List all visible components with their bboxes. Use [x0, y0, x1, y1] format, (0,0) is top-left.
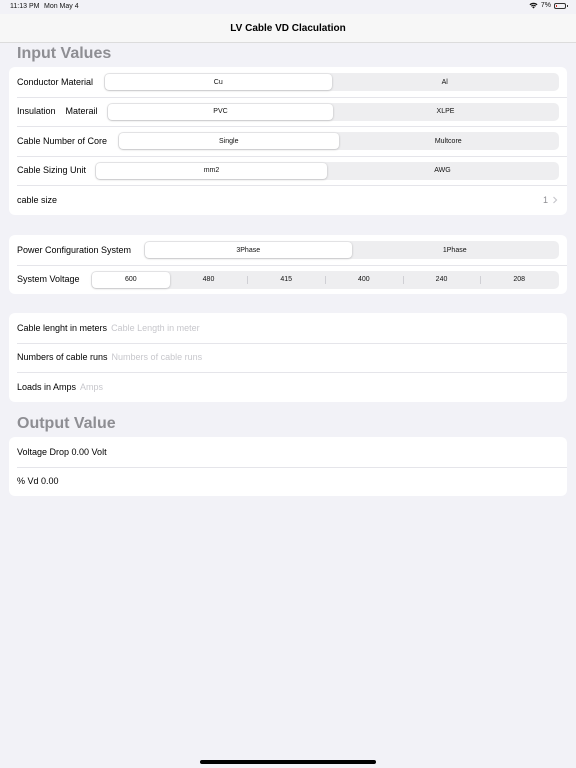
cable-inputs-card: Cable lenght in meters Cable Length in m… — [9, 313, 567, 402]
nav-title: LV Cable VD Claculation — [230, 22, 346, 34]
unit-option-awg[interactable]: AWG — [327, 163, 558, 179]
voltage-option-600[interactable]: 600 — [92, 271, 170, 288]
conductor-material-segmented-control: Cu Al — [104, 73, 559, 91]
cable-size-value: 1 — [542, 194, 548, 205]
input-values-card: Conductor Material Cu Al Insulation Mate… — [9, 67, 567, 215]
insulation-material-row: Insulation Materail PVC XLPE — [9, 96, 567, 127]
chevron-right-icon — [553, 196, 558, 204]
status-right: 7% — [529, 2, 568, 9]
output-card: Voltage Drop 0.00 Volt % Vd 0.00 — [9, 437, 567, 496]
loads-input[interactable]: Amps — [80, 382, 103, 392]
conductor-material-label: Conductor Material — [17, 76, 94, 87]
core-option-multcore[interactable]: Multcore — [339, 133, 559, 149]
voltage-option-208[interactable]: 208 — [480, 272, 558, 288]
power-config-card: Power Configuration System 3Phase 1Phase… — [9, 235, 567, 294]
power-config-row: Power Configuration System 3Phase 1Phase — [9, 235, 567, 265]
status-date: Mon May 4 — [44, 3, 79, 10]
cable-runs-input[interactable]: Numbers of cable runs — [112, 352, 203, 362]
insulation-option-xlpe[interactable]: XLPE — [333, 104, 558, 120]
voltage-option-240[interactable]: 240 — [402, 272, 481, 288]
power-config-segmented-control: 3Phase 1Phase — [144, 241, 559, 259]
cable-length-label: Cable lenght in meters — [17, 322, 108, 333]
sizing-unit-row: Cable Sizing Unit mm2 AWG — [9, 155, 567, 186]
core-option-single[interactable]: Single — [119, 133, 339, 149]
voltage-option-415[interactable]: 415 — [247, 272, 325, 288]
cable-core-segmented-control: Single Multcore — [118, 132, 559, 150]
insulation-option-pvc[interactable]: PVC — [108, 103, 333, 120]
system-voltage-segmented-control: 600 480 415 400 240 208 — [91, 270, 559, 289]
conductor-material-row: Conductor Material Cu Al — [9, 67, 567, 97]
sizing-unit-label: Cable Sizing Unit — [17, 165, 87, 176]
voltage-option-480[interactable]: 480 — [170, 272, 248, 288]
status-bar: 11:13 PM Mon May 4 7% — [0, 0, 576, 14]
config-option-1phase[interactable]: 1Phase — [352, 242, 559, 258]
cable-runs-label: Numbers of cable runs — [17, 352, 108, 363]
insulation-segmented-control: PVC XLPE — [107, 102, 559, 121]
cable-core-row: Cable Number of Core Single Multcore — [9, 126, 567, 156]
sizing-unit-segmented-control: mm2 AWG — [95, 161, 559, 180]
output-value-header: Output Value — [17, 415, 116, 432]
status-time: 11:13 PM — [10, 3, 40, 10]
cable-size-row[interactable]: cable size 1 — [9, 185, 567, 215]
voltage-option-400[interactable]: 400 — [325, 272, 403, 288]
battery-icon — [554, 2, 568, 9]
cable-core-label: Cable Number of Core — [17, 135, 108, 146]
conductor-option-cu[interactable]: Cu — [105, 74, 332, 90]
loads-row[interactable]: Loads in Amps Amps — [9, 372, 567, 402]
config-option-3phase[interactable]: 3Phase — [145, 242, 352, 258]
power-config-label: Power Configuration System — [17, 244, 132, 255]
loads-label: Loads in Amps — [17, 381, 77, 392]
insulation-material-label: Insulation Materail — [17, 106, 98, 117]
percent-vd-row: % Vd 0.00 — [9, 466, 567, 497]
cable-runs-row[interactable]: Numbers of cable runs Numbers of cable r… — [9, 342, 567, 373]
unit-option-mm2[interactable]: mm2 — [96, 162, 327, 179]
battery-percent: 7% — [540, 2, 551, 9]
voltage-drop-value: Voltage Drop 0.00 Volt — [17, 446, 107, 457]
conductor-option-al[interactable]: Al — [332, 74, 559, 90]
cable-length-input[interactable]: Cable Length in meter — [111, 323, 200, 333]
wifi-icon — [529, 2, 538, 9]
voltage-drop-row: Voltage Drop 0.00 Volt — [9, 437, 567, 467]
input-values-header: Input Values — [17, 45, 112, 62]
percent-vd-value: % Vd 0.00 — [17, 476, 59, 487]
navigation-bar: LV Cable VD Claculation — [0, 14, 576, 43]
system-voltage-label: System Voltage — [17, 274, 80, 285]
system-voltage-row: System Voltage 600 480 415 400 240 208 — [9, 264, 567, 295]
cable-size-label: cable size — [17, 194, 58, 205]
cable-size-value-group: 1 — [543, 195, 559, 205]
home-indicator[interactable] — [200, 760, 376, 764]
cable-length-row[interactable]: Cable lenght in meters Cable Length in m… — [9, 313, 567, 343]
